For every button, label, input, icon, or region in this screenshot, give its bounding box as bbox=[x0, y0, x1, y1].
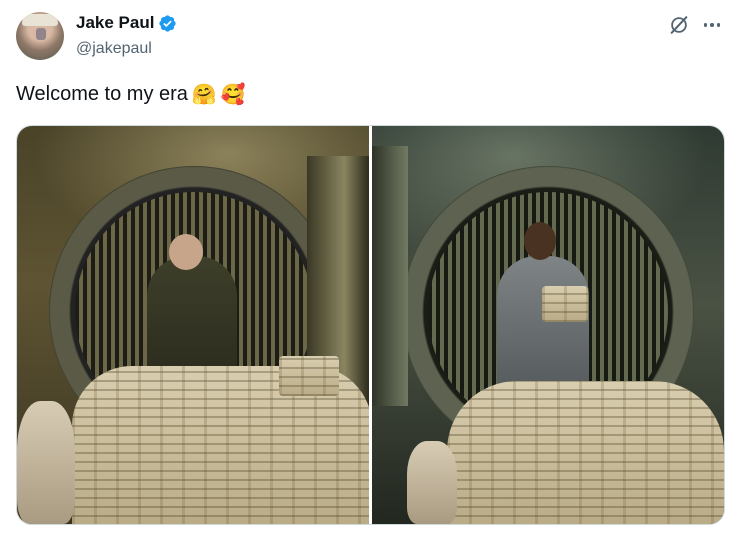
author-name-row: Jake Paul bbox=[76, 13, 177, 33]
money-pile bbox=[447, 381, 724, 524]
dot-icon bbox=[710, 23, 714, 27]
verified-badge-icon bbox=[159, 14, 177, 32]
grok-slash-icon[interactable] bbox=[668, 14, 690, 36]
money-stack bbox=[279, 356, 339, 396]
avatar[interactable] bbox=[16, 12, 64, 60]
author-display-name[interactable]: Jake Paul bbox=[76, 13, 154, 33]
person-head bbox=[524, 222, 556, 260]
money-stack bbox=[542, 286, 588, 322]
media-image-left[interactable] bbox=[17, 126, 369, 524]
money-bag bbox=[17, 401, 75, 524]
tweet: Jake Paul @jakepaul Welcome to my era 🤗 … bbox=[0, 0, 740, 547]
media-image-right[interactable] bbox=[372, 126, 724, 524]
vault-door-side bbox=[372, 146, 408, 406]
hugging-face-emoji: 🤗 bbox=[191, 83, 217, 106]
media-grid bbox=[16, 125, 725, 525]
smiling-hearts-emoji: 🥰 bbox=[220, 83, 246, 106]
post-text-row: Welcome to my era 🤗 🥰 bbox=[16, 83, 246, 106]
avatar-face-tattoo bbox=[36, 28, 46, 40]
post-text: Welcome to my era bbox=[16, 83, 188, 105]
avatar-hair bbox=[22, 14, 58, 26]
money-bag bbox=[407, 441, 457, 524]
person-head bbox=[169, 234, 203, 270]
author-handle[interactable]: @jakepaul bbox=[76, 40, 152, 58]
dot-icon bbox=[716, 23, 721, 27]
person-seated bbox=[497, 256, 589, 396]
more-dots-icon[interactable] bbox=[700, 14, 724, 36]
dot-icon bbox=[703, 23, 708, 27]
